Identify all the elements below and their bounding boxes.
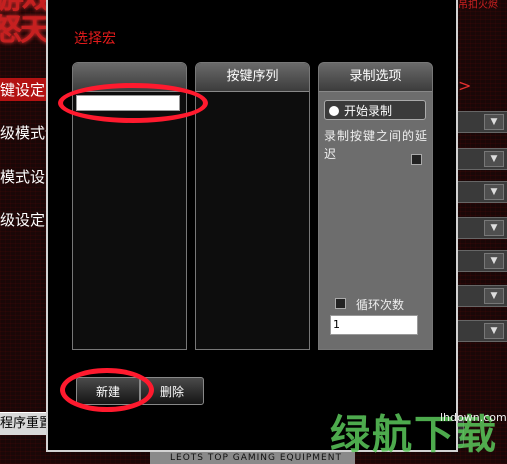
highlight-ellipse-new bbox=[60, 368, 154, 412]
reset-program-button[interactable]: 程序重置 bbox=[0, 412, 46, 435]
record-options-header: 录制选项 bbox=[319, 63, 432, 92]
chevron-down-icon[interactable]: ▼ bbox=[484, 114, 504, 130]
chevron-down-icon[interactable]: ▼ bbox=[484, 323, 504, 339]
sidebar-item-level-settings[interactable]: 级设定 bbox=[0, 209, 45, 230]
footer-strip: LEOTS TOP GAMING EQUIPMENT bbox=[150, 452, 355, 464]
highlight-ellipse-input bbox=[58, 83, 208, 123]
dropdown-2[interactable]: ▼ bbox=[455, 148, 507, 170]
chevron-down-icon[interactable]: ▼ bbox=[484, 220, 504, 236]
key-sequence-header: 按键序列 bbox=[196, 63, 309, 92]
chevron-down-icon[interactable]: ▼ bbox=[484, 184, 504, 200]
sidebar-item-mode-settings[interactable]: 模式设 bbox=[0, 166, 45, 187]
start-record-label: 开始录制 bbox=[344, 104, 393, 118]
chevron-down-icon[interactable]: ▼ bbox=[484, 151, 504, 167]
brand-title-line2: 怒天 bbox=[0, 13, 50, 48]
record-delay-checkbox[interactable] bbox=[411, 154, 422, 165]
brand-title-line1: 游戏 bbox=[0, 0, 52, 14]
top-right-text: 吊扣火烬 bbox=[458, 0, 498, 11]
watermark-url: lhdown.com bbox=[440, 411, 507, 424]
dialog-title: 选择宏 bbox=[74, 31, 116, 47]
loop-count-input[interactable]: 1 bbox=[330, 315, 418, 335]
record-options-panel: 录制选项 开始录制 录制按键之间的延迟 循环次数 1 bbox=[318, 62, 433, 350]
dropdown-4[interactable]: ▼ bbox=[455, 217, 507, 239]
dropdown-1[interactable]: ▼ bbox=[455, 111, 507, 133]
dropdown-5[interactable]: ▼ bbox=[455, 250, 507, 272]
dropdown-6[interactable]: ▼ bbox=[455, 285, 507, 307]
start-record-button[interactable]: 开始录制 bbox=[324, 100, 426, 120]
loop-count-checkbox[interactable] bbox=[335, 298, 346, 309]
chevron-down-icon[interactable]: ▼ bbox=[484, 288, 504, 304]
dropdown-7[interactable]: ▼ bbox=[455, 320, 507, 342]
loop-count-label: 循环次数 bbox=[356, 298, 405, 312]
chevron-down-icon[interactable]: ▼ bbox=[484, 253, 504, 269]
record-dot-icon bbox=[329, 106, 339, 116]
dropdown-3[interactable]: ▼ bbox=[455, 181, 507, 203]
key-sequence-panel: 按键序列 bbox=[195, 62, 310, 350]
chevron-right-icon[interactable]: > bbox=[458, 76, 471, 95]
sidebar-item-key-settings[interactable]: 键设定 bbox=[0, 78, 48, 101]
